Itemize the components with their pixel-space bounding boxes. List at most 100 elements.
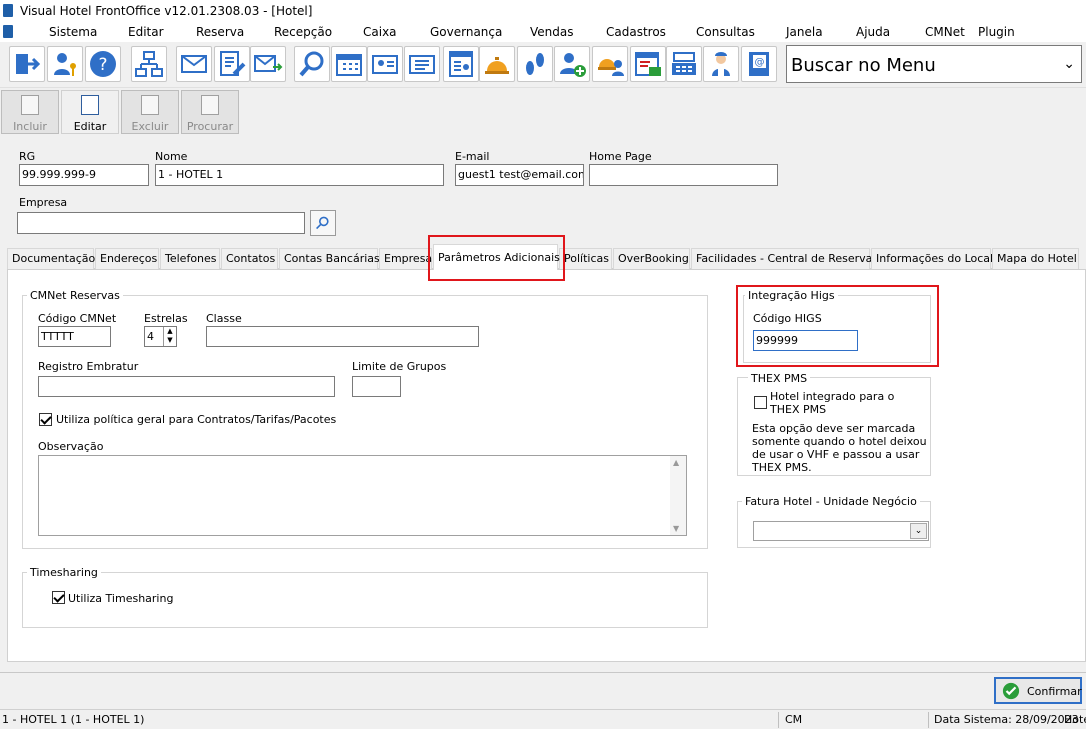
logout-button[interactable] [9,46,45,82]
svg-text:?: ? [98,55,107,75]
tab-overbooking[interactable]: OverBooking [613,248,690,269]
menu-vendas[interactable]: Vendas [530,25,574,39]
tab-documentacao[interactable]: Documentação [7,248,95,269]
menu-search-combobox[interactable]: Buscar no Menu ⌄ [786,45,1082,83]
menu-janela[interactable]: Janela [786,25,823,39]
estrelas-stepper[interactable]: 4 ▲ ▼ [144,326,177,347]
classe-field[interactable] [206,326,479,347]
contact-book-button[interactable]: @ [741,46,777,82]
menu-reserva[interactable]: Reserva [196,25,244,39]
search-button[interactable] [294,46,330,82]
excluir-button[interactable]: Excluir [121,90,179,134]
email-label: E-mail [455,150,490,163]
id-card-button[interactable] [367,46,403,82]
observacao-textarea[interactable]: ▲ ▼ [38,455,687,536]
politica-geral-checkbox[interactable] [39,413,52,426]
help-button[interactable]: ? [85,46,121,82]
app-icon [3,4,13,17]
tab-empresa[interactable]: Empresa [379,248,432,269]
calendar-button[interactable] [331,46,367,82]
chevron-down-icon[interactable]: ⌄ [1063,56,1075,72]
codigo-cmnet-field[interactable]: TTTTT [38,326,111,347]
menu-caixa[interactable]: Caixa [363,25,397,39]
fatura-select[interactable]: ⌄ [753,521,929,541]
footsteps-icon [526,53,544,75]
nome-field[interactable]: 1 - HOTEL 1 [155,164,444,186]
thex-check-label-2: THEX PMS [770,403,827,416]
chevron-down-icon[interactable]: ⌄ [910,523,927,539]
user-key-button[interactable] [47,46,83,82]
status-separator [778,712,779,728]
thex-note-line-3: de usar o VHF e passou a usar [752,448,920,461]
footer-divider [0,672,1086,673]
find-doc-icon [201,95,219,115]
tab-informacoes-local[interactable]: Informações do Local [871,248,993,269]
empresa-field[interactable] [17,212,305,234]
spin-arrows-icon[interactable]: ▲ ▼ [163,327,176,346]
edit-doc-icon [220,51,246,76]
menu-sistema[interactable]: Sistema [49,25,97,39]
procurar-button[interactable]: Procurar [181,90,239,134]
maid-icon [712,52,730,76]
edit-doc-button[interactable] [214,46,250,82]
add-user-button[interactable] [554,46,590,82]
mail-send-button[interactable] [250,46,286,82]
tab-contatos[interactable]: Contatos [221,248,278,269]
card-list-button[interactable] [404,46,440,82]
homepage-field[interactable] [589,164,778,186]
editar-label: Editar [73,120,107,133]
menu-ajuda[interactable]: Ajuda [856,25,890,39]
menu-governanca[interactable]: Governança [430,25,502,39]
status-hotel: 1 - HOTEL 1 (1 - HOTEL 1) [2,713,145,726]
rg-field[interactable]: 99.999.999-9 [19,164,149,186]
confirmar-button[interactable]: Confirmar [994,677,1082,704]
tab-politicas[interactable]: Políticas [559,248,612,269]
tab-facilidades[interactable]: Facilidades - Central de Reservas [691,248,878,269]
limite-grupos-field[interactable] [352,376,401,397]
title-bar: Visual Hotel FrontOffice v12.01.2308.03 … [0,0,1086,22]
user-key-icon [54,53,76,76]
timesharing-checkbox[interactable] [52,591,65,604]
report-user-button[interactable] [443,46,479,82]
service-bell-button[interactable] [479,46,515,82]
status-right: Hote [1064,713,1086,726]
id-card-icon [372,55,398,74]
new-doc-icon [21,95,39,115]
menu-consultas[interactable]: Consultas [696,25,755,39]
menu-editar[interactable]: Editar [128,25,164,39]
estrelas-value: 4 [147,330,154,343]
observacao-scrollbar[interactable]: ▲ ▼ [670,456,686,535]
tab-contas-bancarias[interactable]: Contas Bancárias [279,248,380,269]
cash-report-button[interactable] [630,46,666,82]
email-field[interactable]: guest1 test@email.com [455,164,584,186]
menu-cadastros[interactable]: Cadastros [606,25,666,39]
menu-recepcao[interactable]: Recepção [274,25,332,39]
org-chart-button[interactable] [131,46,167,82]
menu-plugin[interactable]: Plugin [978,25,1015,39]
tab-telefones[interactable]: Telefones [160,248,220,269]
incluir-button[interactable]: Incluir [1,90,59,134]
svg-text:@: @ [755,57,765,68]
thex-group-title: THEX PMS [748,372,811,385]
maid-button[interactable] [703,46,739,82]
editar-button[interactable]: Editar [61,90,119,134]
estrelas-label: Estrelas [144,312,188,325]
empresa-search-button[interactable] [310,210,336,236]
logout-icon [16,54,41,74]
timesharing-label: Utiliza Timesharing [68,592,174,605]
excluir-label: Excluir [131,120,169,133]
scroll-down-icon[interactable]: ▼ [673,524,679,533]
mail-button[interactable] [176,46,212,82]
tab-enderecos[interactable]: Endereços [95,248,159,269]
tab-mapa-hotel[interactable]: Mapa do Hotel [992,248,1079,269]
thex-note-line-4: THEX PMS. [752,461,812,474]
footsteps-button[interactable] [517,46,553,82]
thex-checkbox[interactable] [754,396,767,409]
menu-cmnet[interactable]: CMNet [925,25,965,39]
delete-doc-icon [141,95,159,115]
scroll-up-icon[interactable]: ▲ [673,458,679,467]
group-bell-button[interactable] [592,46,628,82]
system-menu-icon[interactable] [3,25,13,38]
registro-embratur-field[interactable] [38,376,335,397]
cash-register-button[interactable] [666,46,702,82]
